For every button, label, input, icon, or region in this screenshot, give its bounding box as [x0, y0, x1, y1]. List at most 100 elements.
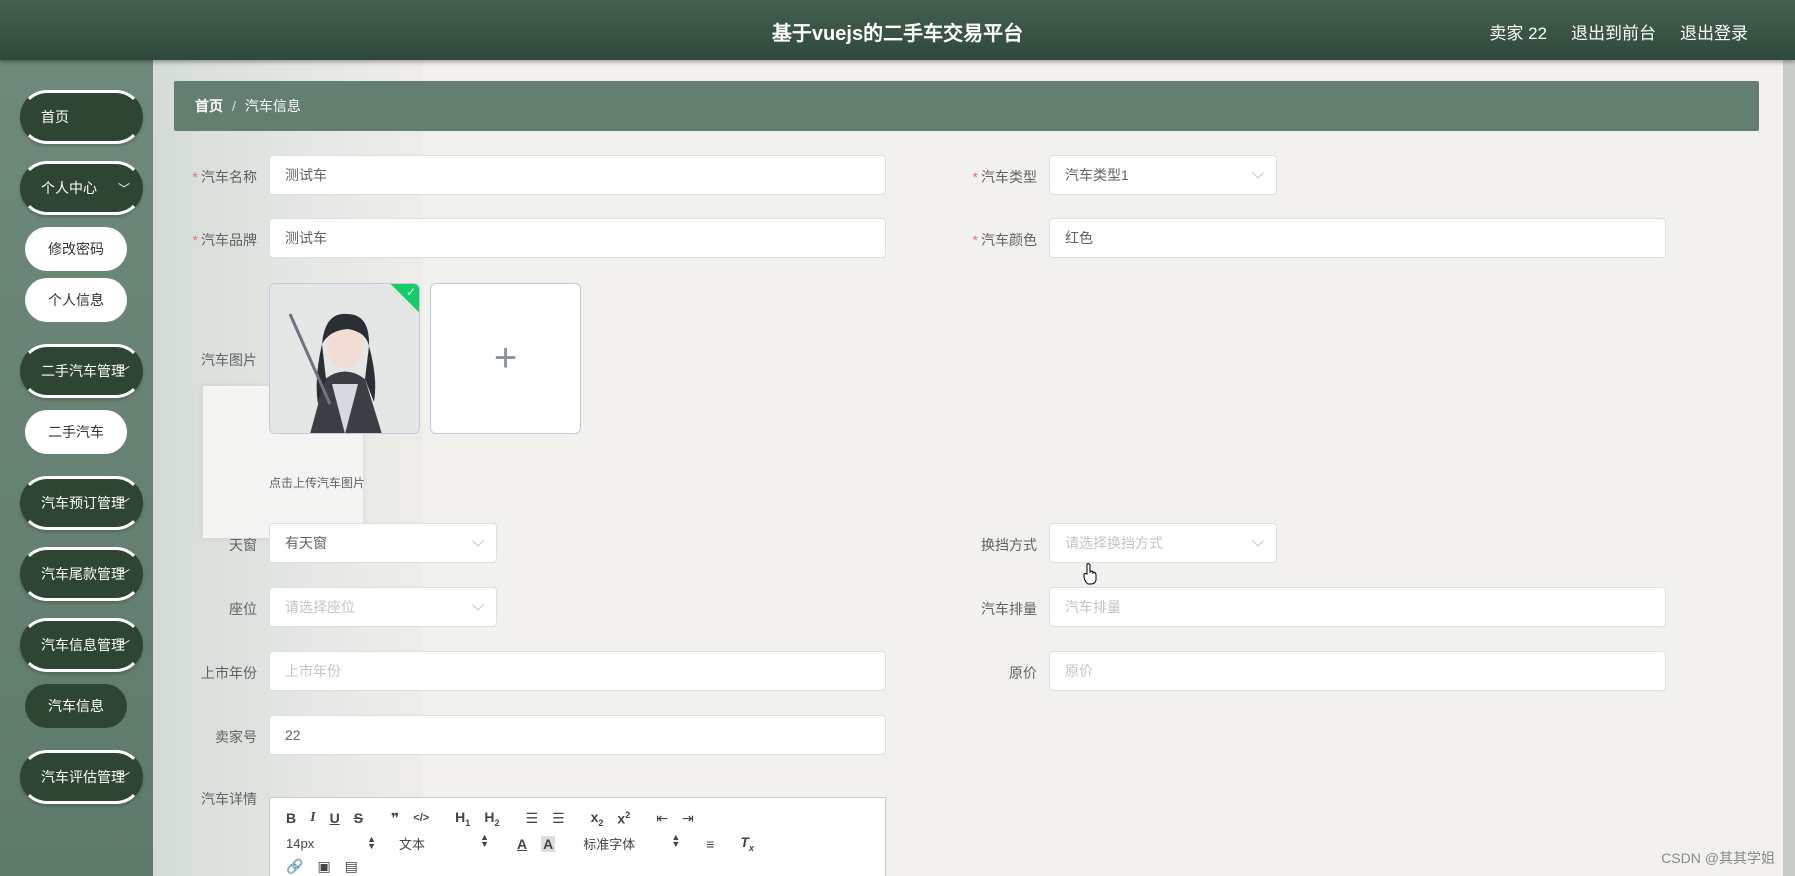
- text-type-select[interactable]: 文本 ▲ ▼: [399, 833, 489, 853]
- hand-cursor-icon: [1083, 563, 1097, 585]
- breadcrumb-current: 汽车信息: [244, 98, 301, 114]
- chevron-down-icon: ﹀: [117, 639, 130, 653]
- top-bar: 基于vuejs的二手车交易平台 卖家 22 退出到前台 退出登录: [0, 0, 1795, 60]
- font-family-select[interactable]: 标准字体 ▲ ▼: [583, 832, 681, 853]
- sidebar-item-personal-center[interactable]: 个人中心 ﹀: [20, 161, 143, 215]
- seats-placeholder: 请选择座位: [285, 599, 355, 615]
- back-to-front-link[interactable]: 退出到前台: [1571, 19, 1656, 44]
- transmission-placeholder: 请选择换挡方式: [1065, 535, 1163, 551]
- car-color-input[interactable]: 红色: [1049, 218, 1666, 258]
- subscript-icon[interactable]: x2: [591, 809, 604, 828]
- car-type-value: 汽车类型1: [1065, 167, 1129, 183]
- breadcrumb-home[interactable]: 首页: [195, 96, 223, 116]
- sunroof-label: 天窗: [229, 537, 257, 553]
- seats-label: 座位: [229, 601, 257, 617]
- font-size-value: 14px: [286, 836, 315, 851]
- car-name-input[interactable]: 测试车: [269, 155, 886, 195]
- launch-year-input[interactable]: 上市年份: [269, 651, 886, 691]
- font-size-select[interactable]: 14px ▲ ▼: [286, 835, 376, 852]
- seats-select[interactable]: 请选择座位: [269, 587, 497, 627]
- car-color-label: * 汽车颜色: [937, 230, 1037, 250]
- details-label: 汽车详情: [201, 791, 257, 807]
- sidebar-item-used-car[interactable]: 二手汽车: [25, 410, 127, 454]
- chevron-down-icon: [1252, 167, 1264, 179]
- seller-no-input[interactable]: 22: [269, 715, 886, 755]
- video-icon[interactable]: ▤: [345, 858, 358, 875]
- sidebar-item-label: 个人中心: [41, 180, 97, 196]
- original-price-label: 原价: [1009, 665, 1037, 681]
- car-type-select[interactable]: 汽车类型1: [1049, 155, 1277, 195]
- breadcrumb-separator: /: [232, 98, 236, 114]
- sidebar-item-assessment-mgmt[interactable]: 汽车评估管理 ﹀: [20, 750, 143, 804]
- indent-icon[interactable]: ⇥: [682, 810, 694, 827]
- chevron-down-icon: ﹀: [117, 365, 130, 379]
- displacement-input[interactable]: 汽车排量: [1049, 587, 1666, 627]
- car-type-label-text: 汽车类型: [981, 169, 1037, 185]
- sidebar-item-personal-info[interactable]: 个人信息: [25, 278, 127, 322]
- image-icon[interactable]: ▣: [317, 858, 330, 875]
- car-brand-input[interactable]: 测试车: [269, 218, 886, 258]
- car-color-value: 红色: [1065, 230, 1093, 246]
- sidebar-item-home[interactable]: 首页: [20, 90, 143, 144]
- breadcrumb: 首页 / 汽车信息: [174, 81, 1759, 131]
- chevron-down-icon: [472, 535, 484, 547]
- car-image-thumbnail[interactable]: ✓: [269, 283, 420, 434]
- character-illustration: [270, 284, 419, 433]
- upload-image-button[interactable]: +: [430, 283, 581, 434]
- car-brand-label: * 汽车品牌: [157, 230, 257, 250]
- car-name-label: * 汽车名称: [157, 167, 257, 187]
- sidebar-item-booking-mgmt[interactable]: 汽车预订管理 ﹀: [20, 476, 143, 530]
- original-price-input[interactable]: 原价: [1049, 651, 1666, 691]
- sunroof-value: 有天窗: [285, 535, 327, 551]
- align-icon[interactable]: ≡: [706, 836, 714, 852]
- outdent-icon[interactable]: ⇤: [656, 810, 668, 827]
- chevron-down-icon: [1252, 535, 1264, 547]
- seller-no-label: 卖家号: [215, 729, 257, 745]
- car-brand-label-text: 汽车品牌: [201, 232, 257, 248]
- seller-no-value: 22: [285, 727, 301, 743]
- launch-year-placeholder: 上市年份: [285, 663, 341, 679]
- editor-toolbar-row: B I U S ❞ </> H1 H2 ☰ ☰ x2 x2 ⇤ ⇥: [286, 809, 708, 828]
- italic-icon[interactable]: I: [310, 810, 315, 826]
- displacement-placeholder: 汽车排量: [1065, 599, 1121, 615]
- transmission-select[interactable]: 请选择换挡方式: [1049, 523, 1277, 563]
- header-actions: 卖家 22 退出到前台 退出登录: [1489, 19, 1748, 44]
- chevron-down-icon: ﹀: [117, 771, 130, 785]
- required-mark: *: [972, 169, 978, 185]
- link-icon[interactable]: 🔗: [286, 858, 303, 875]
- sidebar-item-label: 汽车评估管理: [41, 769, 125, 785]
- sidebar-item-change-password[interactable]: 修改密码: [25, 227, 127, 271]
- rich-text-editor[interactable]: B I U S ❞ </> H1 H2 ☰ ☰ x2 x2 ⇤ ⇥ 14px ▲…: [269, 797, 886, 876]
- heading2-icon[interactable]: H2: [484, 809, 499, 828]
- heading1-icon[interactable]: H1: [455, 809, 470, 828]
- sidebar-item-balance-mgmt[interactable]: 汽车尾款管理 ﹀: [20, 547, 143, 601]
- clear-format-icon[interactable]: Tx: [740, 834, 754, 853]
- sunroof-select[interactable]: 有天窗: [269, 523, 497, 563]
- superscript-icon[interactable]: x2: [617, 810, 630, 827]
- code-icon[interactable]: </>: [413, 812, 429, 824]
- sidebar-item-label: 二手汽车管理: [41, 363, 125, 379]
- background-color-icon[interactable]: A: [541, 835, 556, 852]
- ordered-list-icon[interactable]: ☰: [525, 810, 538, 827]
- required-mark: *: [192, 169, 198, 185]
- underline-icon[interactable]: U: [330, 810, 340, 826]
- car-brand-value: 测试车: [285, 230, 327, 246]
- bold-icon[interactable]: B: [286, 810, 296, 826]
- strike-icon[interactable]: S: [354, 810, 363, 826]
- sidebar-item-info-mgmt[interactable]: 汽车信息管理 ﹀: [20, 618, 143, 672]
- sidebar-item-car-info[interactable]: 汽车信息: [25, 684, 127, 728]
- updown-icon: ▲ ▼: [671, 832, 681, 849]
- chevron-down-icon: ﹀: [117, 568, 130, 582]
- car-type-label: * 汽车类型: [937, 167, 1037, 187]
- car-name-label-text: 汽车名称: [201, 169, 257, 185]
- bullet-list-icon[interactable]: ☰: [552, 810, 565, 827]
- chevron-down-icon: [472, 599, 484, 611]
- transmission-label: 换挡方式: [981, 537, 1037, 553]
- scrollbar[interactable]: [1783, 60, 1795, 876]
- text-type-value: 文本: [399, 837, 426, 852]
- check-icon: ✓: [405, 285, 416, 299]
- font-color-icon[interactable]: A: [517, 836, 527, 852]
- sidebar-item-used-car-mgmt[interactable]: 二手汽车管理 ﹀: [20, 344, 143, 398]
- blockquote-icon[interactable]: ❞: [391, 810, 399, 827]
- logout-link[interactable]: 退出登录: [1680, 19, 1748, 44]
